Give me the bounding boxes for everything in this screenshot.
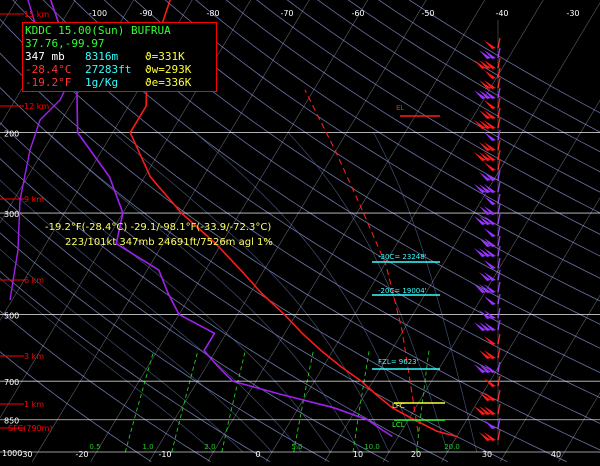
mixing-ratio-label: 10.0 [364,443,380,451]
theta-value: ϑ=331K [145,50,185,63]
skewt-chart: 200 300 500 700 850 1000 -100 -90 -80 -70 -60 -50 -4… [0,0,600,466]
height-label: 15 km [24,10,49,19]
mixing-ratio-label: 0.5 [89,443,100,451]
pressure-label: 500 [4,311,19,320]
top-temperature-label: -30 [566,9,579,18]
pressure-label: 200 [4,130,19,139]
lat-lon: 37.76,-99.97 [25,37,105,50]
pressure-label: 700 [4,378,19,387]
sounding-info-box: KDDC 15.00(Sun) BUFRUA 37.76,-99.97 347 … [22,22,217,92]
bottom-temperature-label: -20 [75,450,88,459]
bottom-temperature-label: -10 [158,450,171,459]
level-marker-label: LCL [392,421,405,429]
bottom-temperature-label: 30 [482,450,492,459]
bottom-temperature-label: 10 [353,450,363,459]
top-temperature-label: -80 [206,9,219,18]
cursor-readout-line2: 223/101kt 347mb 24691ft/7526m agl 1% [65,237,273,248]
cursor-readout-line1: -19.2°F(-28.4°C) -29.1/-98.1°F(-33.9/-72… [45,222,271,233]
level-marker-label: -20C= 19004' [378,287,427,295]
top-temperature-label: -100 [89,9,107,18]
level-marker-label: -30C= 23248' [378,253,427,261]
bottom-temperature-label: 40 [551,450,561,459]
pressure-value: 347 mb [25,50,65,63]
mixing-ratio-label: 2.0 [204,443,215,451]
mixing-ratio-value: 1g/Kg [85,76,119,89]
level-marker-label: LFC [392,402,405,410]
height-ft-value: 27283ft [85,63,132,76]
level-marker-label: FZL= 9623' [378,358,419,366]
station-title: KDDC 15.00(Sun) BUFRUA [25,24,171,37]
mixing-ratio-label: 1.0 [142,443,153,451]
height-label: 9 km [24,195,44,204]
bottom-temperature-label: -30 [19,450,32,459]
pressure-label: 300 [4,210,19,219]
theta-e-value: ϑe=336K [145,76,192,89]
temperature-value: -28.4°C [25,63,72,76]
bottom-temperature-label: 20 [411,450,421,459]
mixing-ratio-label: 20.0 [444,443,460,451]
top-temperature-label: -40 [495,9,508,18]
mixing-ratio-label: 5.0 [291,443,302,451]
top-temperature-label: -60 [351,9,364,18]
bottom-temperature-label: 0 [255,450,260,459]
theta-w-value: ϑw=293K [145,63,192,76]
top-temperature-label: -90 [139,9,152,18]
height-label: 6 km [24,276,44,285]
height-label: SFC(790m) [8,424,53,433]
dewpoint-value: -19.2°F [25,76,72,89]
top-temperature-label: -70 [280,9,293,18]
height-label: 1 km [24,400,44,409]
height-m-value: 8316m [85,50,119,63]
level-marker-label: EL [396,104,404,112]
height-label: 3 km [24,352,44,361]
top-temperature-label: -50 [421,9,434,18]
height-label: 12 km [24,102,49,111]
